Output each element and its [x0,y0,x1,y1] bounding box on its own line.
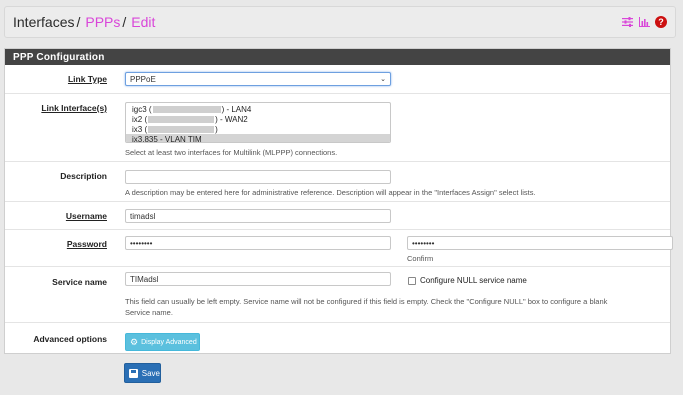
breadcrumb: Interfaces / PPPs / Edit [13,14,155,30]
service-name-help-line2: Service name. [125,308,173,317]
display-advanced-button[interactable]: ⚙ Display Advanced [125,333,200,351]
save-disk-icon [129,368,138,378]
list-item-selected[interactable]: ix3.835 - VLAN TIM [126,134,390,143]
service-name-label: Service name [52,277,107,287]
save-button[interactable]: Save [124,363,161,383]
interface-desc: ) - WAN2 [215,114,248,124]
advanced-options-label: Advanced options [33,334,107,344]
list-item[interactable]: ix2 ( ) - WAN2 [126,114,390,124]
description-help: A description may be entered here for ad… [125,188,536,197]
password-input[interactable]: •••••••• [125,236,391,250]
breadcrumb-root[interactable]: Interfaces [13,14,74,30]
link-type-row: Link Type PPPoE ⌄ [5,65,670,93]
username-label: Username [65,211,107,221]
link-type-label: Link Type [67,74,107,84]
breadcrumb-ppps[interactable]: PPPs [85,14,120,30]
interface-name: ix3 ( [132,124,148,134]
list-item[interactable]: ix3 ( ) [126,124,390,134]
password-confirm-value: •••••••• [412,238,435,248]
save-label: Save [141,368,160,378]
description-label: Description [60,171,107,181]
redacted-address [148,115,215,123]
username-value: timadsl [130,211,156,221]
link-interfaces-help: Select at least two interfaces for Multi… [125,148,338,157]
list-item[interactable]: igc3 ( ) - LAN4 [126,104,390,114]
gear-icon: ⚙ [130,336,139,347]
interface-name: ix2 ( [132,114,148,124]
panel-title: PPP Configuration [5,49,670,65]
interface-desc: ) - LAN4 [221,104,252,114]
password-value: •••••••• [130,238,153,248]
redacted-address [152,105,221,113]
link-interfaces-listbox[interactable]: igc3 ( ) - LAN4 ix2 ( ) - WAN2 ix3 ( ) i… [125,102,391,143]
password-confirm-input[interactable]: •••••••• [407,236,673,250]
password-row: Password •••••••• •••••••• Confirm [5,229,673,266]
confirm-label: Confirm [407,254,434,263]
breadcrumb-separator: / [122,14,127,30]
chevron-down-icon: ⌄ [380,76,386,83]
link-type-value: PPPoE [130,74,156,84]
service-name-row: Service name TIMadsl Configure NULL serv… [5,266,670,322]
help-icon[interactable]: ? [655,16,667,28]
link-interfaces-label: Link Interface(s) [41,103,107,113]
advanced-options-row: Advanced options ⚙ Display Advanced [5,322,670,353]
link-type-select[interactable]: PPPoE ⌄ [125,72,391,86]
username-row: Username timadsl [5,201,670,229]
password-label: Password [66,239,107,249]
ppp-configuration-panel: PPP Configuration Link Type PPPoE ⌄ Link… [4,48,673,354]
breadcrumb-separator: / [76,14,81,30]
null-service-checkbox[interactable] [408,277,416,285]
service-name-input[interactable]: TIMadsl [125,272,391,286]
interface-name: igc3 ( [132,104,152,114]
service-name-value: TIMadsl [130,274,159,284]
link-interfaces-row: Link Interface(s) igc3 ( ) - LAN4 ix2 ( … [5,93,670,161]
username-input[interactable]: timadsl [125,209,391,223]
service-name-help: This field can usually be left empty. Se… [125,296,665,318]
sliders-icon[interactable] [621,16,633,28]
display-advanced-label: Display Advanced [141,338,197,346]
breadcrumb-edit: Edit [131,14,156,30]
description-input[interactable] [125,170,391,184]
bar-chart-icon[interactable] [638,16,650,28]
description-row: Description A description may be entered… [5,161,670,201]
service-name-help-line1: This field can usually be left empty. Se… [125,297,608,306]
breadcrumb-bar: Interfaces / PPPs / Edit ? [4,6,676,38]
interface-name: ix3.835 - VLAN TIM [132,134,202,143]
null-service-label[interactable]: Configure NULL service name [420,276,527,285]
redacted-address [148,125,215,133]
interface-desc: ) [215,124,218,134]
